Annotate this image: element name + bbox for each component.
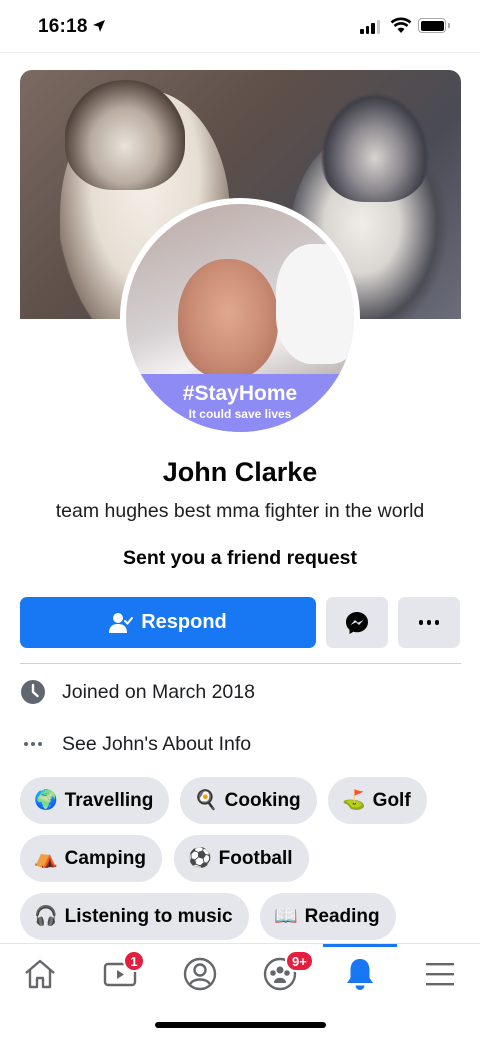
tab-profile[interactable]: [170, 952, 230, 996]
profile-bio: team hughes best mma fighter in the worl…: [55, 500, 425, 522]
interest-chip-music[interactable]: 🎧 Listening to music: [20, 893, 249, 940]
more-dots-icon: [418, 620, 440, 625]
joined-text: Joined on March 2018: [62, 680, 255, 703]
book-icon: 📖: [274, 905, 298, 927]
interest-chip-football[interactable]: ⚽ Football: [174, 835, 309, 882]
avatar: #StayHome It could save lives: [126, 204, 354, 432]
frying-pan-icon: 🍳: [194, 789, 218, 811]
wifi-icon: [390, 17, 412, 33]
chip-label: Football: [218, 847, 293, 869]
home-icon: [25, 959, 55, 989]
groups-badge: 9+: [285, 950, 314, 972]
more-options-button[interactable]: [398, 597, 460, 648]
frame-subtitle: It could save lives: [188, 407, 292, 421]
chip-label: Camping: [64, 847, 146, 869]
face: [178, 259, 278, 379]
status-bar: 16:18: [0, 0, 480, 52]
home-indicator: [155, 1022, 326, 1028]
status-time: 16:18: [38, 16, 88, 37]
menu-icon: [426, 963, 454, 986]
interest-chip-reading[interactable]: 📖 Reading: [260, 893, 396, 940]
dog-left-head: [65, 80, 185, 190]
tab-menu[interactable]: [410, 952, 470, 996]
profile-name: John Clarke: [162, 457, 318, 487]
messenger-icon: [346, 611, 368, 634]
pillow: [276, 244, 354, 364]
chip-label: Golf: [372, 789, 411, 811]
chip-label: Listening to music: [64, 905, 233, 927]
tab-home[interactable]: [10, 952, 70, 996]
football-icon: ⚽: [188, 847, 212, 869]
interest-chip-cooking[interactable]: 🍳 Cooking: [180, 777, 317, 824]
respond-button[interactable]: Respond: [20, 597, 316, 648]
chip-label: Travelling: [64, 789, 154, 811]
frame-title: #StayHome: [182, 382, 298, 405]
divider: [20, 663, 461, 664]
headphones-icon: 🎧: [34, 905, 58, 927]
dog-right-head: [320, 92, 430, 202]
ellipsis-icon: [20, 742, 46, 746]
clock-icon: [20, 679, 46, 705]
interest-chip-camping[interactable]: ⛺ Camping: [20, 835, 162, 882]
stay-home-frame: #StayHome It could save lives: [126, 374, 354, 432]
tab-notifications[interactable]: [330, 952, 390, 996]
globe-icon: 🌍: [34, 789, 58, 811]
messenger-button[interactable]: [326, 597, 388, 648]
battery-icon: [418, 18, 450, 33]
respond-label: Respond: [141, 611, 227, 633]
bell-icon: [347, 959, 373, 990]
about-info-link[interactable]: See John's About Info: [20, 729, 460, 759]
friend-request-text: Sent you a friend request: [122, 547, 358, 569]
joined-info: Joined on March 2018: [20, 677, 460, 707]
watch-badge: 1: [123, 950, 145, 972]
location-arrow-icon: [93, 20, 105, 32]
chip-label: Cooking: [224, 789, 301, 811]
cellular-signal-icon: [360, 20, 380, 34]
about-text: See John's About Info: [62, 732, 252, 755]
golf-flag-icon: ⛳: [342, 789, 366, 811]
interest-chip-travelling[interactable]: 🌍 Travelling: [20, 777, 170, 824]
interest-chip-golf[interactable]: ⛳ Golf: [328, 777, 427, 824]
divider: [0, 52, 480, 53]
tent-icon: ⛺: [34, 847, 58, 869]
respond-user-icon: [109, 612, 134, 633]
chip-label: Reading: [304, 905, 380, 927]
profile-picture[interactable]: #StayHome It could save lives: [120, 198, 360, 438]
profile-icon: [183, 957, 217, 991]
active-tab-indicator: [323, 944, 397, 947]
